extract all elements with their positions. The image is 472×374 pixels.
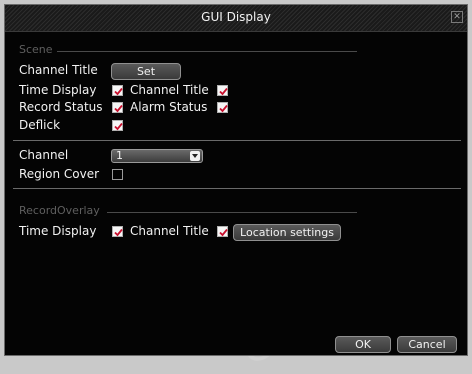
channel-dropdown-value: 1: [116, 149, 123, 162]
record-status-checkbox[interactable]: [112, 102, 123, 113]
gui-display-dialog: GUI Display ✕ Scene Channel Title Set Ti…: [4, 4, 468, 356]
checkmark-icon: [114, 122, 123, 131]
record-overlay-section-label: RecordOverlay: [19, 204, 100, 217]
record-status-label: Record Status: [19, 100, 103, 114]
checkmark-icon: [219, 228, 228, 237]
checkmark-icon: [114, 87, 123, 96]
chevron-down-icon: [190, 151, 200, 161]
scene-section-label: Scene: [19, 43, 53, 56]
cancel-button[interactable]: Cancel: [397, 336, 457, 353]
set-button[interactable]: Set: [111, 63, 181, 80]
close-icon: ✕: [453, 12, 461, 22]
region-cover-checkbox[interactable]: [112, 169, 123, 180]
channel-title-label: Channel Title: [19, 63, 98, 77]
location-settings-button[interactable]: Location settings: [233, 224, 341, 241]
ok-button[interactable]: OK: [335, 336, 391, 353]
title-bar: GUI Display ✕: [5, 5, 467, 32]
alarm-status-label: Alarm Status: [130, 100, 208, 114]
time-display-checkbox[interactable]: [112, 85, 123, 96]
channel-label: Channel: [19, 148, 69, 162]
close-button[interactable]: ✕: [451, 11, 463, 23]
deflick-checkbox[interactable]: [112, 120, 123, 131]
time-display-label: Time Display: [19, 83, 97, 97]
overlay-time-display-checkbox[interactable]: [112, 226, 123, 237]
checkmark-icon: [114, 228, 123, 237]
scene-section-line: [57, 51, 357, 52]
channel-title-check-label: Channel Title: [130, 83, 209, 97]
section-divider: [13, 140, 461, 141]
checkmark-icon: [219, 104, 228, 113]
region-cover-label: Region Cover: [19, 167, 100, 181]
overlay-channel-title-label: Channel Title: [130, 224, 209, 238]
section-divider: [13, 188, 461, 189]
checkmark-icon: [219, 87, 228, 96]
deflick-label: Deflick: [19, 118, 61, 132]
record-overlay-section-line: [107, 212, 357, 213]
overlay-channel-title-checkbox[interactable]: [217, 226, 228, 237]
checkmark-icon: [114, 104, 123, 113]
dialog-title: GUI Display: [201, 10, 271, 24]
overlay-time-display-label: Time Display: [19, 224, 97, 238]
channel-dropdown[interactable]: 1: [111, 149, 203, 163]
channel-title-checkbox[interactable]: [217, 85, 228, 96]
alarm-status-checkbox[interactable]: [217, 102, 228, 113]
